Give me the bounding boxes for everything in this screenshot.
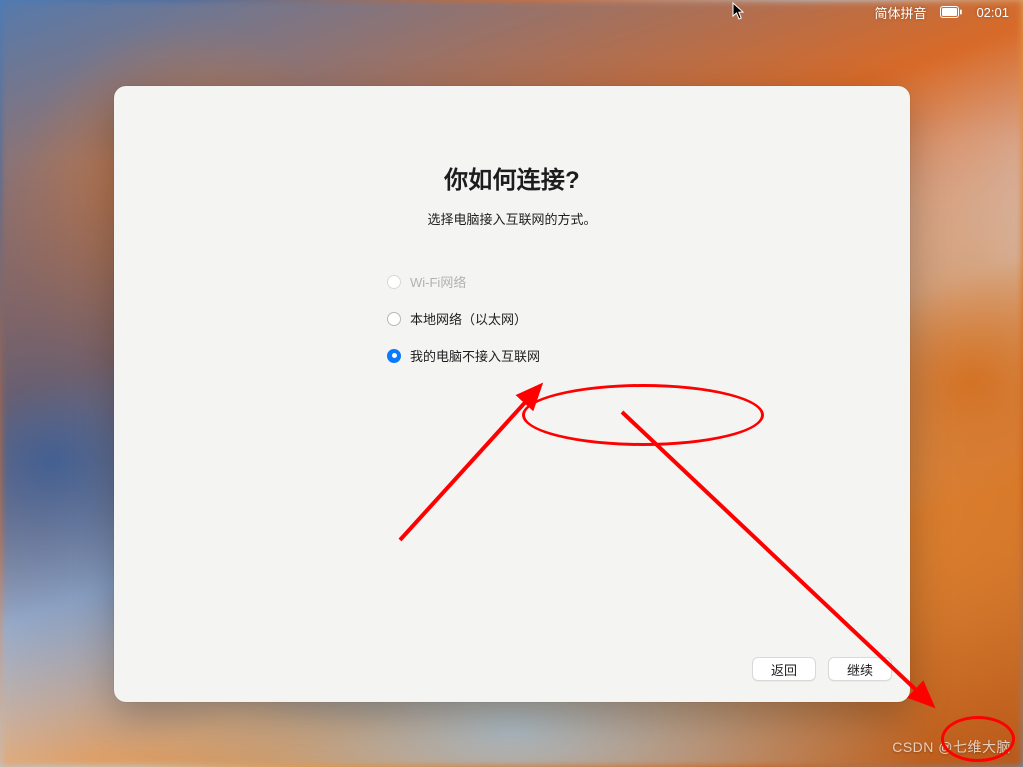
page-title: 你如何连接? bbox=[444, 160, 580, 195]
radio-icon bbox=[387, 275, 401, 289]
cursor-icon bbox=[732, 2, 746, 20]
radio-icon[interactable] bbox=[387, 349, 401, 363]
continue-button[interactable]: 继续 bbox=[828, 657, 892, 681]
radio-icon[interactable] bbox=[387, 312, 401, 326]
clock: 02:01 bbox=[976, 5, 1009, 20]
option-label: 本地网络（以太网） bbox=[410, 309, 527, 328]
battery-icon[interactable] bbox=[940, 6, 962, 18]
connection-options: Wi-Fi网络 本地网络（以太网） 我的电脑不接入互联网 bbox=[387, 272, 637, 365]
back-button[interactable]: 返回 bbox=[752, 657, 816, 681]
setup-dialog: 你如何连接? 选择电脑接入互联网的方式。 Wi-Fi网络 本地网络（以太网） 我… bbox=[114, 86, 910, 702]
menu-bar: 简体拼音 02:01 bbox=[860, 0, 1023, 24]
option-ethernet[interactable]: 本地网络（以太网） bbox=[387, 309, 637, 328]
option-label: 我的电脑不接入互联网 bbox=[410, 346, 540, 365]
option-wifi: Wi-Fi网络 bbox=[387, 272, 637, 291]
ime-indicator[interactable]: 简体拼音 bbox=[874, 3, 926, 22]
dialog-content: 你如何连接? 选择电脑接入互联网的方式。 Wi-Fi网络 本地网络（以太网） 我… bbox=[114, 86, 910, 636]
option-label: Wi-Fi网络 bbox=[410, 272, 466, 291]
option-no-internet[interactable]: 我的电脑不接入互联网 bbox=[387, 346, 637, 365]
dialog-footer: 返回 继续 bbox=[114, 636, 910, 702]
page-subtitle: 选择电脑接入互联网的方式。 bbox=[427, 209, 596, 228]
watermark: CSDN @七维大脑 bbox=[892, 737, 1011, 757]
